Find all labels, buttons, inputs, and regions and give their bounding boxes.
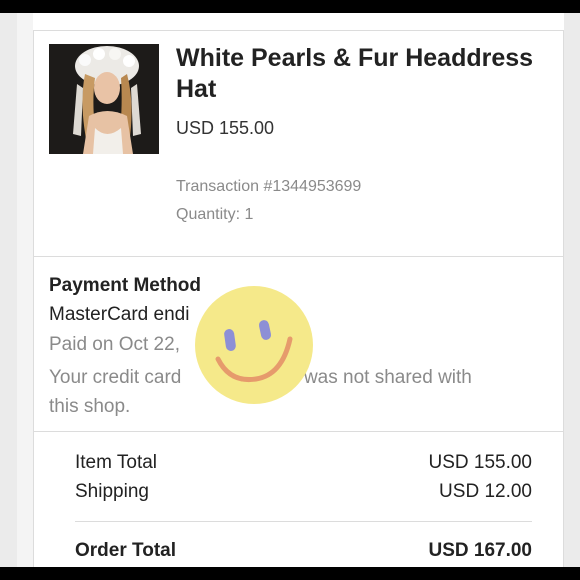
payment-method-heading: Payment Method — [49, 275, 202, 296]
order-total-label: Order Total — [75, 540, 176, 561]
smiley-face-sticker-icon — [195, 286, 313, 404]
privacy-note-line-2: this shop. — [49, 396, 131, 417]
receipt-background: White Pearls & Fur Headdress Hat USD 155… — [17, 13, 564, 567]
shipping-value: USD 12.00 — [439, 481, 532, 502]
shipping-label: Shipping — [75, 481, 149, 502]
product-thumbnail[interactable] — [49, 44, 159, 154]
privacy-note-start: Your credit card — [49, 367, 182, 388]
order-totals-card: Item Total USD 155.00 Shipping USD 12.00… — [33, 432, 564, 567]
paid-date-line: Paid on Oct 22, — [49, 334, 180, 355]
quantity-label: Quantity: 1 — [176, 206, 254, 223]
item-total-label: Item Total — [75, 452, 158, 473]
product-price: USD 155.00 — [176, 118, 275, 138]
order-total-value: USD 167.00 — [428, 540, 532, 561]
product-card[interactable]: White Pearls & Fur Headdress Hat USD 155… — [33, 31, 564, 257]
previous-card-edge — [33, 13, 564, 31]
product-title[interactable]: White Pearls & Fur Headdress Hat — [176, 43, 536, 105]
card-line: MasterCard endi — [49, 304, 190, 325]
payment-method-card: Payment Method MasterCard endi Paid on O… — [33, 257, 564, 432]
item-total-value: USD 155.00 — [428, 452, 532, 473]
totals-divider — [75, 521, 532, 522]
headdress-photo-icon — [49, 44, 159, 154]
screenshot-frame: White Pearls & Fur Headdress Hat USD 155… — [0, 13, 580, 567]
privacy-note-end: was not shared with — [303, 367, 472, 388]
transaction-number: Transaction #1344953699 — [176, 178, 362, 195]
